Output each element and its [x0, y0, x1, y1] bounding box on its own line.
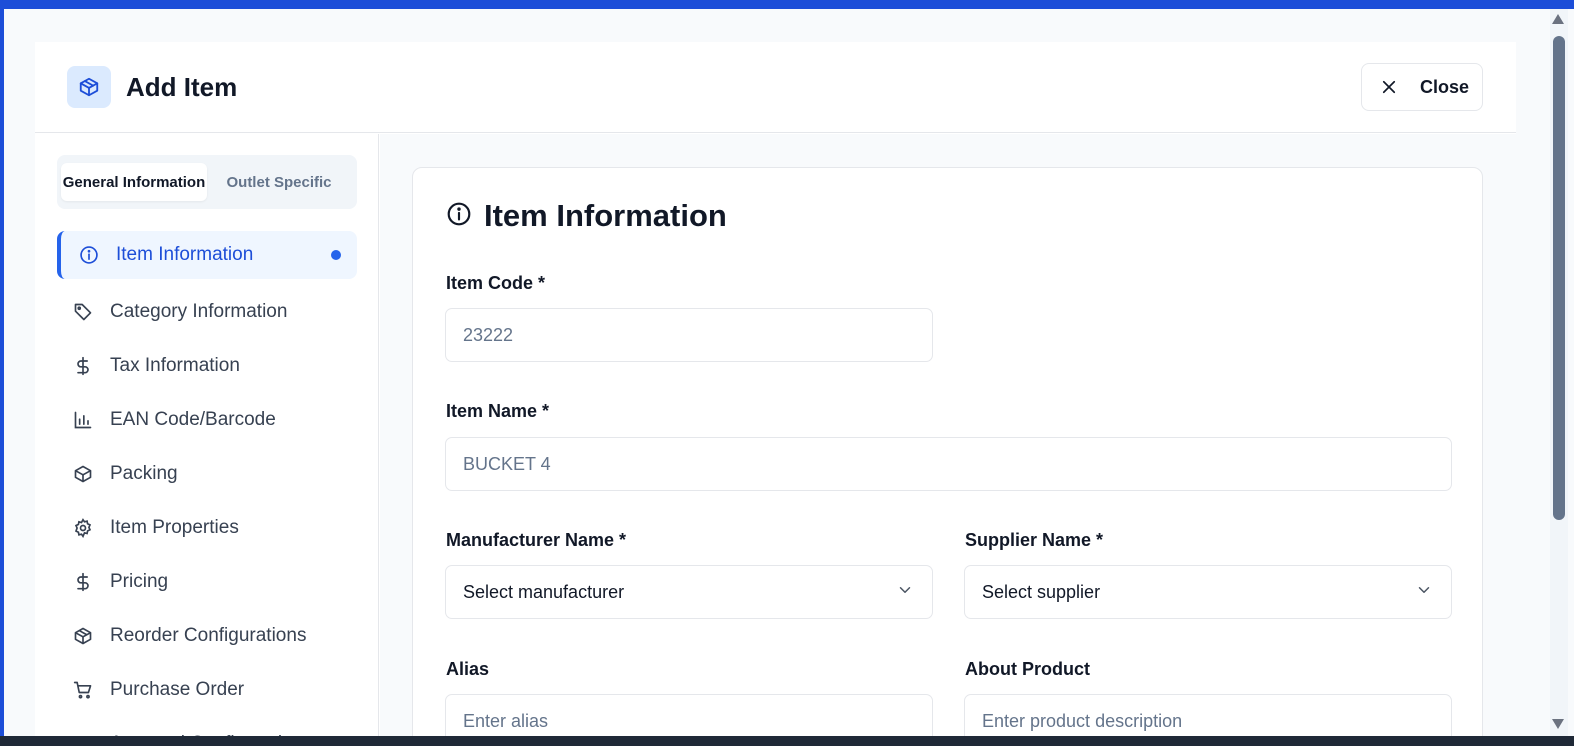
active-indicator-dot: [331, 250, 341, 260]
tab-outlet-specific[interactable]: Outlet Specific: [213, 163, 345, 201]
item-code-field[interactable]: [445, 308, 933, 362]
sidebar-item-label: Category Information: [110, 301, 288, 322]
about-product-input[interactable]: [982, 710, 1451, 732]
modal-title: Add Item: [126, 72, 238, 102]
sidebar-item-packing[interactable]: Packing: [57, 447, 357, 501]
gear-icon: [72, 517, 94, 539]
manufacturer-name-label: Manufacturer Name *: [446, 530, 627, 550]
sidebar-item-item-properties[interactable]: Item Properties: [57, 501, 357, 555]
tab-general-information[interactable]: General Information: [61, 163, 207, 201]
chevron-down-icon: [896, 581, 914, 604]
dollar-icon: [72, 571, 94, 593]
package-icon: [72, 463, 94, 485]
sidebar-item-label: Tax Information: [110, 355, 240, 376]
about-product-field[interactable]: [964, 694, 1452, 742]
close-button-label: Close: [1420, 76, 1470, 97]
sidebar-item-item-information[interactable]: Item Information: [57, 231, 357, 279]
package-icon: [67, 66, 111, 108]
tab-bar: General Information Outlet Specific: [57, 155, 357, 209]
sidebar-item-label: Reorder Configurations: [110, 625, 307, 646]
about-product-label: About Product: [965, 659, 1090, 679]
alias-label: Alias: [446, 659, 490, 679]
sidebar-item-label: Item Properties: [110, 517, 239, 538]
sidebar-item-label: Pricing: [110, 571, 169, 592]
tag-icon: [72, 301, 94, 323]
window-bottom-bar: [0, 736, 1574, 746]
sidebar-item-label: Purchase Order: [110, 679, 245, 700]
sidebar: General Information Outlet Specific Item…: [35, 134, 379, 742]
close-icon: [1380, 78, 1398, 96]
scroll-up-arrow-icon[interactable]: [1552, 14, 1564, 24]
sidebar-item-purchase-order[interactable]: Purchase Order: [57, 663, 357, 717]
item-code-input[interactable]: [463, 324, 932, 346]
item-information-card: Item Information Item Code * Item Name *…: [412, 167, 1483, 742]
supplier-select[interactable]: Select supplier: [964, 565, 1452, 619]
cart-icon: [72, 679, 94, 701]
sidebar-item-category-information[interactable]: Category Information: [57, 285, 357, 339]
alias-input[interactable]: [463, 710, 932, 732]
supplier-select-value: Select supplier: [982, 581, 1101, 602]
dollar-icon: [72, 355, 94, 377]
manufacturer-select-value: Select manufacturer: [463, 581, 625, 602]
manufacturer-select[interactable]: Select manufacturer: [445, 565, 933, 619]
sidebar-item-pricing[interactable]: Pricing: [57, 555, 357, 609]
package-icon: [72, 625, 94, 647]
sidebar-item-reorder-configurations[interactable]: Reorder Configurations: [57, 609, 357, 663]
close-button[interactable]: Close: [1361, 63, 1483, 111]
chevron-down-icon: [1415, 581, 1433, 604]
info-icon: [78, 244, 100, 266]
info-icon: [446, 201, 472, 232]
sidebar-item-ean-code-barcode[interactable]: EAN Code/Barcode: [57, 393, 357, 447]
modal-header: Add Item Close: [35, 42, 1516, 133]
item-name-label: Item Name *: [446, 401, 550, 421]
main-content: Item Information Item Code * Item Name *…: [380, 134, 1516, 742]
window-top-accent: [0, 0, 1574, 9]
sidebar-item-label: Item Information: [116, 244, 254, 265]
sidebar-item-label: Packing: [110, 463, 178, 484]
sidebar-item-label: EAN Code/Barcode: [110, 409, 276, 430]
supplier-name-label: Supplier Name *: [965, 530, 1104, 550]
item-code-label: Item Code *: [446, 273, 546, 293]
bar-chart-icon: [72, 409, 94, 431]
section-title: Item Information: [484, 198, 727, 233]
add-item-modal: Add Item Close General Information Outle…: [35, 42, 1516, 742]
alias-field[interactable]: [445, 694, 933, 742]
scrollbar-thumb[interactable]: [1553, 36, 1565, 520]
sidebar-nav: Item Information Category Information Ta…: [57, 231, 357, 742]
item-name-input[interactable]: [463, 453, 1451, 475]
section-header: Item Information: [446, 198, 727, 234]
item-name-field[interactable]: [445, 437, 1452, 491]
window-left-accent: [0, 9, 4, 737]
scroll-down-arrow-icon[interactable]: [1552, 719, 1564, 729]
sidebar-item-tax-information[interactable]: Tax Information: [57, 339, 357, 393]
